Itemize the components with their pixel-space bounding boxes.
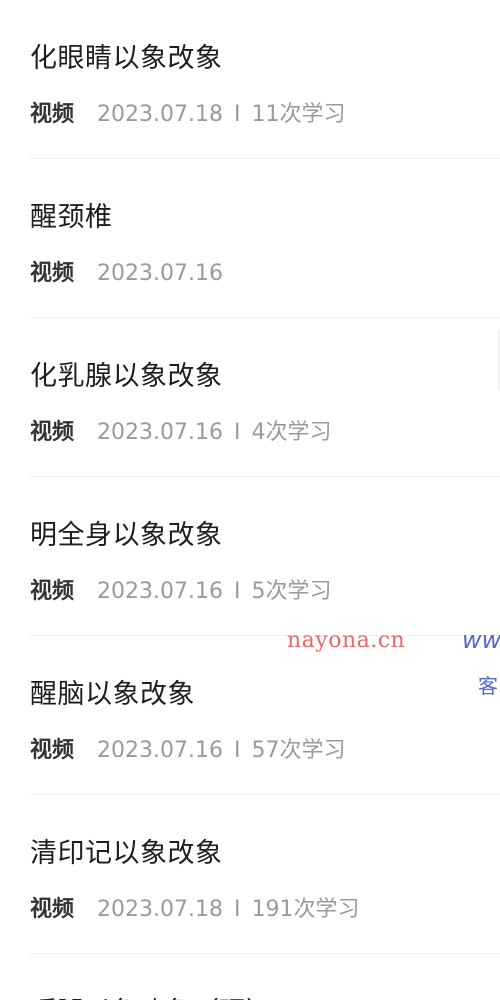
watermark-site: nayona.cn (287, 628, 406, 653)
item-date: 2023.07.16 (97, 261, 223, 286)
item-title: 清印记以象改象 (30, 838, 223, 869)
item-type: 视频 (30, 738, 75, 763)
item-separator: I (233, 420, 241, 445)
item-title: 化乳腺以象改象 (30, 361, 223, 392)
item-meta: 视频 2023.07.18 I 11次学习 (30, 96, 345, 128)
item-date: 2023.07.16 (97, 579, 223, 604)
item-separator: I (233, 738, 241, 763)
item-count: 5次学习 (251, 579, 332, 604)
list-item[interactable]: 清印记以象改象 视频 2023.07.18 I 191次学习 (0, 795, 500, 954)
course-list-page: 化眼睛以象改象 视频 2023.07.18 I 11次学习 醒颈椎 视频 202… (0, 0, 500, 1000)
list-item[interactable]: 明全身以象改象 视频 2023.07.16 I 5次学习 (0, 477, 500, 636)
item-meta: 视频 2023.07.16 (30, 255, 231, 287)
item-count: 11次学习 (251, 102, 346, 127)
item-date: 2023.07.16 (97, 738, 223, 763)
item-meta: 视频 2023.07.18 I 191次学习 (30, 891, 359, 923)
item-date: 2023.07.18 (97, 897, 223, 922)
item-separator: I (233, 102, 241, 127)
item-separator: I (233, 579, 241, 604)
watermark-www: www (462, 626, 500, 654)
list-item[interactable]: 化乳腺以象改象 视频 2023.07.16 I 4次学习 (0, 318, 500, 477)
item-title: 醒脑以象改象 (30, 679, 195, 710)
course-list: 化眼睛以象改象 视频 2023.07.18 I 11次学习 醒颈椎 视频 202… (0, 0, 500, 954)
item-type: 视频 (30, 261, 75, 286)
item-date: 2023.07.16 (97, 420, 223, 445)
watermark-ke: 客 (478, 674, 498, 698)
item-separator: I (233, 897, 241, 922)
item-count: 4次学习 (251, 420, 332, 445)
list-item[interactable]: 醒颈椎 视频 2023.07.16 (0, 159, 500, 318)
item-type: 视频 (30, 579, 75, 604)
item-count: 191次学习 (251, 897, 360, 922)
item-type: 视频 (30, 420, 75, 445)
item-meta: 视频 2023.07.16 I 4次学习 (30, 414, 331, 446)
item-meta: 视频 2023.07.16 I 57次学习 (30, 732, 345, 764)
item-title: 醒颈椎 (30, 202, 113, 233)
item-date: 2023.07.18 (97, 102, 223, 127)
list-item[interactable]: 化眼睛以象改象 视频 2023.07.18 I 11次学习 (0, 0, 500, 159)
item-type: 视频 (30, 897, 75, 922)
list-item[interactable]: 醒脑以象改象 视频 2023.07.16 I 57次学习 (0, 636, 500, 795)
item-type: 视频 (30, 102, 75, 127)
item-meta: 视频 2023.07.16 I 5次学习 (30, 573, 331, 605)
partial-item-title[interactable]: 暖腿以象改象（理） (30, 990, 273, 1000)
item-title: 化眼睛以象改象 (30, 43, 223, 74)
item-title: 明全身以象改象 (30, 520, 223, 551)
item-count: 57次学习 (251, 738, 346, 763)
